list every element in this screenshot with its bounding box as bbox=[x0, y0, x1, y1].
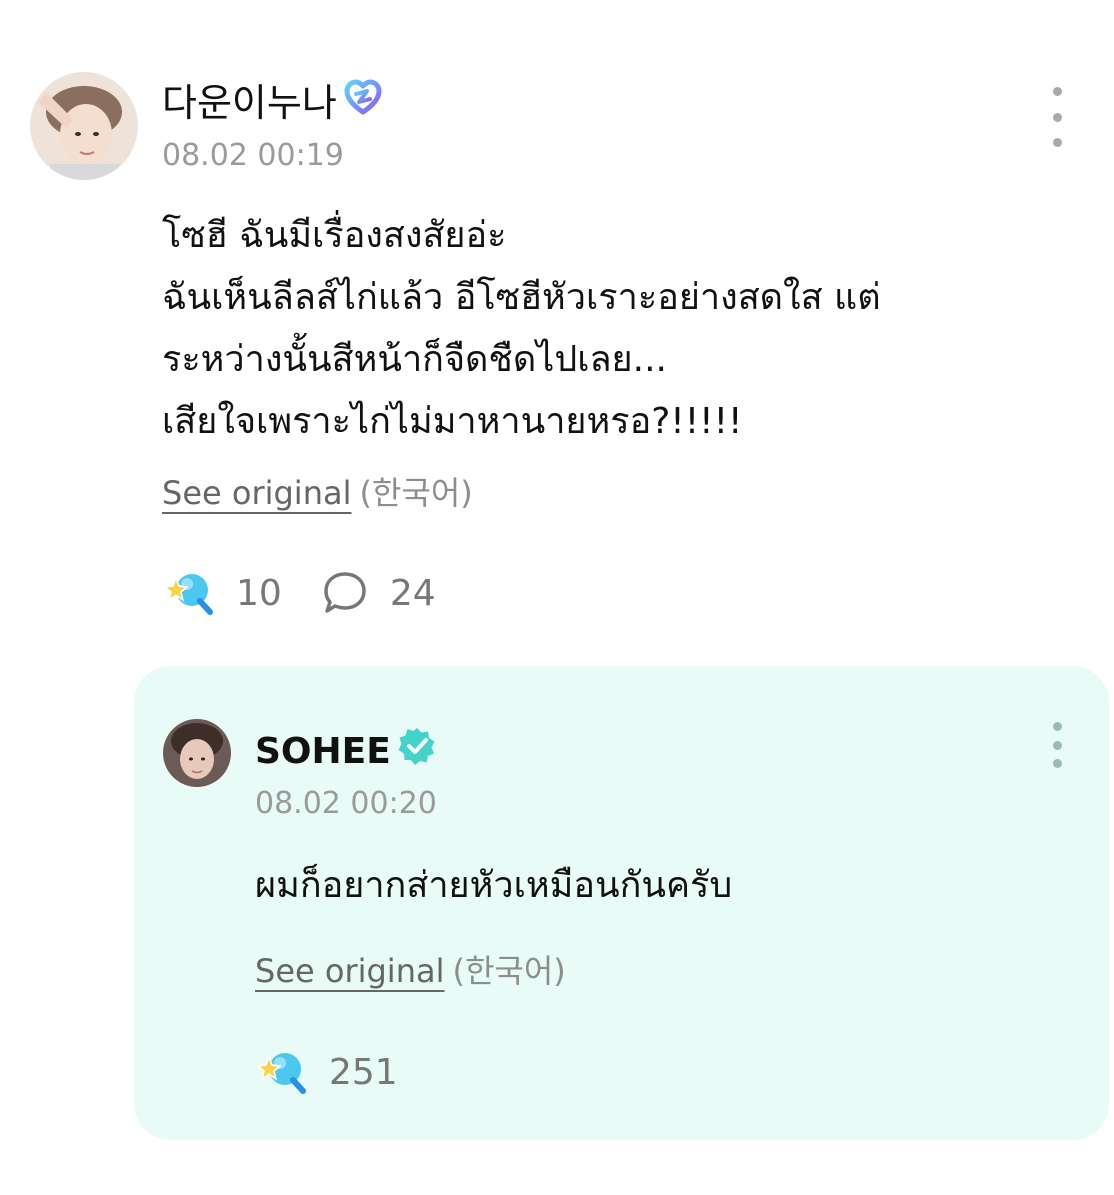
comment-button[interactable]: 24 bbox=[322, 570, 436, 616]
reply-body: ผมก็อยากส่ายหัวเหมือนกันครับ bbox=[255, 865, 733, 906]
post-body-line: โซฮี ฉันมีเรื่องสงสัยอ่ะ bbox=[162, 215, 507, 256]
see-original-link[interactable]: See original bbox=[162, 474, 351, 512]
star-wand-like-icon bbox=[256, 1053, 306, 1094]
reply-timestamp: 08.02 00:20 bbox=[255, 786, 437, 821]
reply-original-language: (한국어) bbox=[452, 952, 566, 990]
translation-row: See original (한국어) bbox=[162, 468, 473, 514]
star-wand-like-icon bbox=[163, 574, 213, 615]
original-language: (한국어) bbox=[359, 474, 473, 512]
artist-reply-card: SOHEE 08.02 00:20 ผมก็อยากส่ายหัวเหมือนก… bbox=[134, 666, 1109, 1140]
verified-check-icon bbox=[397, 726, 437, 777]
post-body-line: เสียใจเพราะไก่ไม่มาหานายหรอ?!!!!! bbox=[162, 401, 743, 442]
reply-author-name-text: SOHEE bbox=[255, 730, 391, 772]
like-button[interactable]: 10 bbox=[162, 568, 282, 618]
reply-more-options-button[interactable] bbox=[1042, 722, 1072, 768]
reply-like-count: 251 bbox=[329, 1051, 398, 1093]
more-options-button[interactable] bbox=[1042, 87, 1072, 147]
more-vertical-icon bbox=[1052, 722, 1062, 731]
comment-post: 다운이누나 08.02 00:19 โซฮี ฉันมีเรื่องสงสัยอ… bbox=[0, 0, 1114, 660]
post-timestamp: 08.02 00:19 bbox=[162, 138, 344, 173]
like-count: 10 bbox=[236, 572, 282, 614]
reply-actions: 251 bbox=[255, 1047, 398, 1097]
speech-bubble-icon bbox=[324, 572, 366, 613]
reply-like-button[interactable]: 251 bbox=[255, 1047, 398, 1097]
author-name-text: 다운이누나 bbox=[162, 80, 337, 125]
comment-count: 24 bbox=[389, 572, 436, 614]
reply-author-name[interactable]: SOHEE bbox=[255, 726, 437, 777]
post-body: โซฮี ฉันมีเรื่องสงสัยอ่ะ ฉันเห็นลีลส์ไก่… bbox=[162, 205, 881, 453]
post-actions: 10 24 bbox=[162, 568, 436, 618]
post-body-line: ฉันเห็นลีลส์ไก่แล้ว อีโซฮีหัวเราะอย่างสด… bbox=[162, 277, 881, 318]
author-name[interactable]: 다운이누나 bbox=[162, 78, 383, 127]
post-body-line: ระหว่างนั้นสีหน้าก็จืดชืดไปเลย... bbox=[162, 339, 667, 380]
more-vertical-icon bbox=[1052, 87, 1062, 96]
reply-author-avatar[interactable] bbox=[163, 719, 231, 787]
reply-see-original-link[interactable]: See original bbox=[255, 952, 444, 990]
author-avatar[interactable] bbox=[30, 72, 138, 180]
reply-translation-row: See original (한국어) bbox=[255, 946, 566, 992]
heart-badge-icon bbox=[343, 78, 383, 127]
